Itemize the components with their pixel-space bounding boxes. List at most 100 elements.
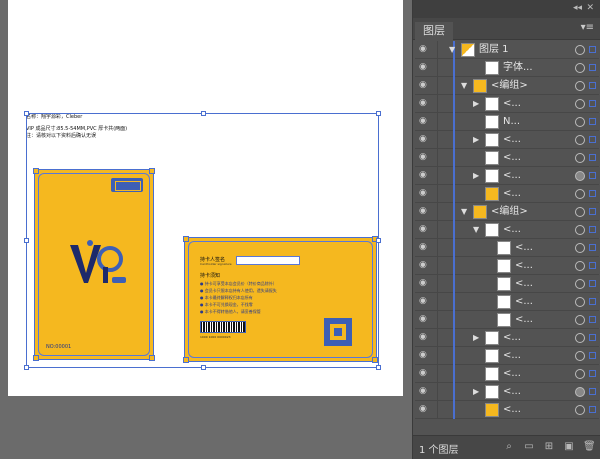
layer-row[interactable]: ◉ <... <box>415 149 599 167</box>
target-circle-icon[interactable] <box>575 387 585 397</box>
layer-name[interactable]: <... <box>503 95 521 113</box>
expand-arrow-icon[interactable]: ▶ <box>473 99 479 108</box>
lock-column[interactable] <box>437 77 438 95</box>
lock-column[interactable] <box>437 347 438 365</box>
visibility-eye-icon[interactable]: ◉ <box>419 279 431 288</box>
lock-column[interactable] <box>437 41 438 59</box>
layer-name[interactable]: <... <box>503 365 521 383</box>
lock-column[interactable] <box>437 113 438 131</box>
selection-indicator[interactable] <box>589 190 596 197</box>
layer-name[interactable]: <... <box>503 383 521 401</box>
selection-indicator[interactable] <box>589 64 596 71</box>
visibility-eye-icon[interactable]: ◉ <box>419 117 431 126</box>
selection-indicator[interactable] <box>589 280 596 287</box>
layer-name[interactable]: <... <box>515 293 533 311</box>
layer-name[interactable]: <... <box>503 185 521 203</box>
expand-arrow-icon[interactable]: ▼ <box>461 81 467 90</box>
selection-indicator[interactable] <box>589 100 596 107</box>
selection-indicator[interactable] <box>589 298 596 305</box>
target-circle-icon[interactable] <box>575 243 585 253</box>
lock-column[interactable] <box>437 95 438 113</box>
locate-object-icon[interactable]: ⌕ <box>503 441 515 452</box>
expand-arrow-icon[interactable]: ▼ <box>449 45 455 54</box>
target-circle-icon[interactable] <box>575 45 585 55</box>
layer-name[interactable]: <... <box>515 239 533 257</box>
expand-arrow-icon[interactable]: ▶ <box>473 387 479 396</box>
target-circle-icon[interactable] <box>575 153 585 163</box>
lock-column[interactable] <box>437 131 438 149</box>
layer-row[interactable]: ◉ <... <box>415 347 599 365</box>
layer-row[interactable]: ◉ ▶ <... <box>415 383 599 401</box>
visibility-eye-icon[interactable]: ◉ <box>419 189 431 198</box>
lock-column[interactable] <box>437 311 438 329</box>
selection-indicator[interactable] <box>589 136 596 143</box>
lock-column[interactable] <box>437 59 438 77</box>
lock-column[interactable] <box>437 329 438 347</box>
lock-column[interactable] <box>437 221 438 239</box>
target-circle-icon[interactable] <box>575 297 585 307</box>
layer-row[interactable]: ◉ <... <box>415 311 599 329</box>
selection-indicator[interactable] <box>589 172 596 179</box>
expand-arrow-icon[interactable]: ▶ <box>473 333 479 342</box>
selection-indicator[interactable] <box>589 244 596 251</box>
visibility-eye-icon[interactable]: ◉ <box>419 261 431 270</box>
resize-handle[interactable] <box>24 238 29 243</box>
selection-indicator[interactable] <box>589 370 596 377</box>
selection-indicator[interactable] <box>589 334 596 341</box>
layer-name[interactable]: <... <box>503 221 521 239</box>
target-circle-icon[interactable] <box>575 63 585 73</box>
target-circle-icon[interactable] <box>575 207 585 217</box>
selection-indicator[interactable] <box>589 82 596 89</box>
lock-column[interactable] <box>437 167 438 185</box>
layer-row[interactable]: ◉ ▶ <... <box>415 131 599 149</box>
layer-name[interactable]: <编组> <box>491 203 528 221</box>
layer-name[interactable]: 字体... <box>503 59 533 77</box>
expand-arrow-icon[interactable]: ▼ <box>461 207 467 216</box>
resize-handle[interactable] <box>24 111 29 116</box>
layer-row[interactable]: ◉ <... <box>415 275 599 293</box>
expand-arrow-icon[interactable]: ▶ <box>473 171 479 180</box>
layer-row[interactable]: ◉ ▼ <编组> <box>415 203 599 221</box>
selection-indicator[interactable] <box>589 154 596 161</box>
selection-indicator[interactable] <box>589 406 596 413</box>
target-circle-icon[interactable] <box>575 117 585 127</box>
layer-name[interactable]: <编组> <box>491 77 528 95</box>
clipping-mask-icon[interactable]: ▭ <box>523 441 535 452</box>
layer-row[interactable]: ◉ ▼ 图层 1 <box>415 41 599 59</box>
target-circle-icon[interactable] <box>575 279 585 289</box>
target-circle-icon[interactable] <box>575 81 585 91</box>
lock-column[interactable] <box>437 275 438 293</box>
layer-name[interactable]: <... <box>503 329 521 347</box>
selection-indicator[interactable] <box>589 352 596 359</box>
new-sublayer-icon[interactable]: ⊞ <box>543 441 555 452</box>
lock-column[interactable] <box>437 257 438 275</box>
target-circle-icon[interactable] <box>575 351 585 361</box>
layer-row[interactable]: ◉ <... <box>415 239 599 257</box>
target-circle-icon[interactable] <box>575 315 585 325</box>
expand-arrow-icon[interactable]: ▶ <box>473 135 479 144</box>
layer-row[interactable]: ◉ <... <box>415 365 599 383</box>
layer-name[interactable]: <... <box>503 131 521 149</box>
visibility-eye-icon[interactable]: ◉ <box>419 99 431 108</box>
visibility-eye-icon[interactable]: ◉ <box>419 387 431 396</box>
layer-name[interactable]: <... <box>503 347 521 365</box>
layer-row[interactable]: ◉ <... <box>415 257 599 275</box>
target-circle-icon[interactable] <box>575 405 585 415</box>
layer-name[interactable]: <... <box>515 311 533 329</box>
target-circle-icon[interactable] <box>575 261 585 271</box>
layer-name[interactable]: <... <box>515 257 533 275</box>
layer-name[interactable]: 图层 1 <box>479 41 509 59</box>
expand-arrow-icon[interactable]: ▼ <box>473 225 479 234</box>
selection-indicator[interactable] <box>589 226 596 233</box>
resize-handle[interactable] <box>376 111 381 116</box>
layer-name[interactable]: <... <box>503 167 521 185</box>
layer-name[interactable]: N... <box>503 113 520 131</box>
collapse-icon[interactable]: ◂◂ <box>573 3 582 13</box>
lock-column[interactable] <box>437 203 438 221</box>
visibility-eye-icon[interactable]: ◉ <box>419 153 431 162</box>
layer-row[interactable]: ◉ ▶ <... <box>415 95 599 113</box>
layer-row[interactable]: ◉ ▶ <... <box>415 329 599 347</box>
lock-column[interactable] <box>437 401 438 419</box>
target-circle-icon[interactable] <box>575 369 585 379</box>
layer-row[interactable]: ◉ ▼ <编组> <box>415 77 599 95</box>
